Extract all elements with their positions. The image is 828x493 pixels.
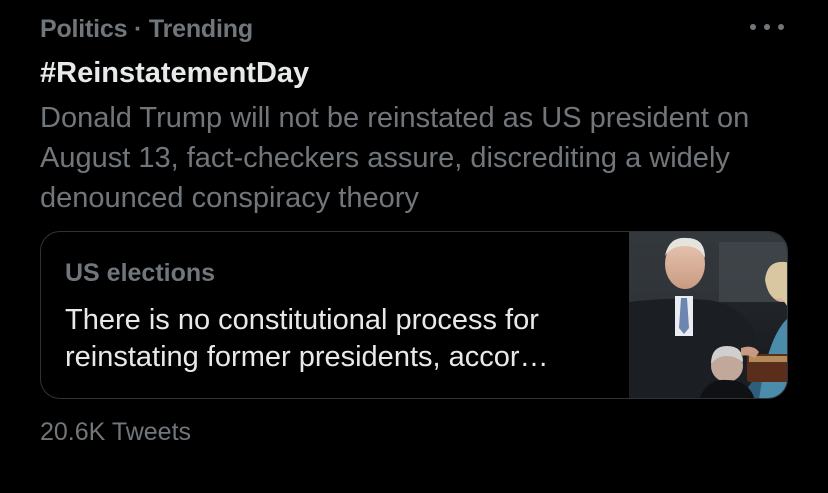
news-card[interactable]: US elections There is no constitutional … — [40, 231, 788, 399]
trend-context: Politics · Trending — [40, 15, 253, 43]
news-card-headline: There is no constitutional process for r… — [65, 304, 549, 373]
dot — [778, 24, 784, 30]
dot — [750, 24, 756, 30]
dot — [764, 24, 770, 30]
trend-title[interactable]: #ReinstatementDay — [40, 56, 788, 90]
tweet-count: 20.6K Tweets — [40, 418, 192, 446]
trend-item[interactable]: Politics · Trending #ReinstatementDay Do… — [0, 0, 828, 493]
trend-description: Donald Trump will not be reinstated as U… — [40, 102, 750, 214]
more-options-icon[interactable] — [750, 16, 784, 38]
news-card-image — [629, 232, 787, 398]
news-card-topic: US elections — [65, 259, 216, 287]
news-card-text: US elections There is no constitutional … — [41, 232, 629, 398]
